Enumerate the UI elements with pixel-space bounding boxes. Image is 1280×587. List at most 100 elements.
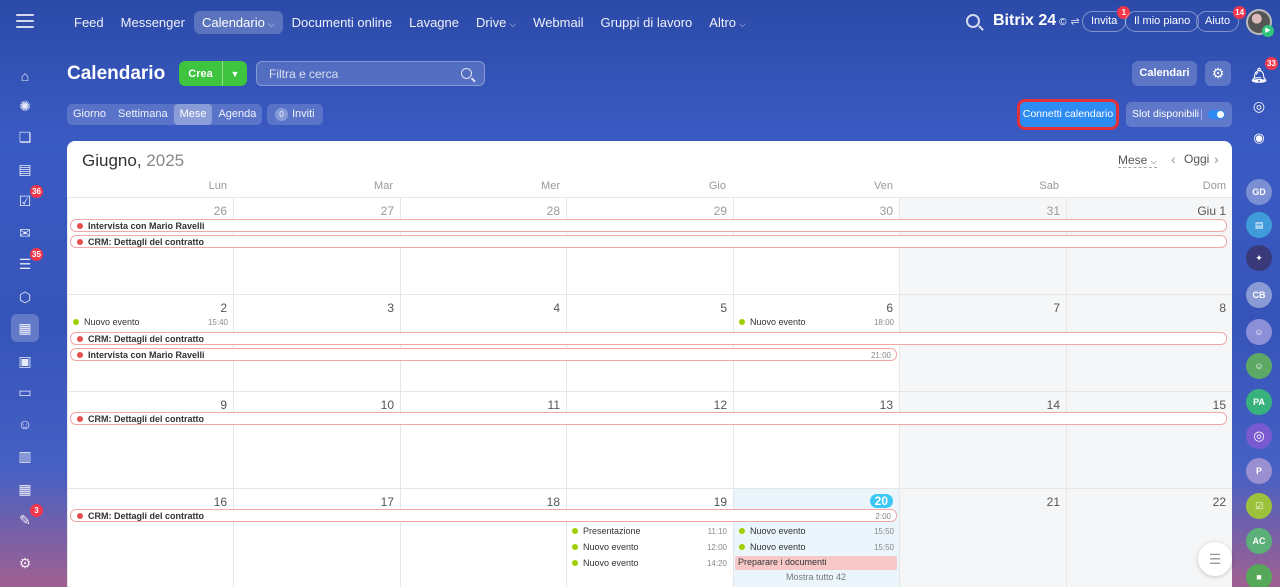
event-item[interactable]: Nuovo evento 15:50 bbox=[733, 525, 897, 538]
day-cell[interactable]: 10 bbox=[233, 391, 400, 488]
tab-giorno[interactable]: Giorno bbox=[67, 104, 112, 125]
chevron-down-icon: ⌵ bbox=[739, 18, 746, 29]
nav-webmail[interactable]: Webmail bbox=[525, 11, 591, 34]
calendar-icon[interactable]: ▦ bbox=[11, 314, 39, 342]
invitations-button[interactable]: 0 Inviti bbox=[267, 104, 323, 125]
day-cell[interactable]: 18 bbox=[400, 488, 566, 587]
copilot-chat-icon[interactable]: ◎ bbox=[1246, 423, 1272, 449]
groups-icon[interactable]: ☺ bbox=[13, 412, 37, 436]
nav-gruppi-di-lavoro[interactable]: Gruppi di lavoro bbox=[593, 11, 701, 34]
tab-agenda[interactable]: Agenda bbox=[212, 104, 262, 125]
tab-mese[interactable]: Mese bbox=[173, 104, 213, 125]
tasks-chat-icon[interactable]: ☑ bbox=[1246, 493, 1272, 519]
user-photo-avatar[interactable]: ✦ bbox=[1246, 245, 1272, 271]
menu-icon[interactable] bbox=[16, 14, 34, 30]
tab-settimana[interactable]: Settimana bbox=[112, 104, 174, 125]
event-bar[interactable]: CRM: Dettagli del contratto bbox=[70, 412, 1227, 425]
search-input[interactable]: Filtra e cerca bbox=[256, 61, 485, 86]
day-cell[interactable]: 15 bbox=[1066, 391, 1232, 488]
help-badge: 14 bbox=[1233, 6, 1247, 19]
mail-icon[interactable]: ✉ bbox=[13, 221, 37, 245]
crm-icon[interactable]: ⬡ bbox=[13, 285, 37, 309]
gear-icon[interactable]: ⚙ bbox=[1205, 61, 1231, 86]
nav-altro[interactable]: Altro ⌵ bbox=[701, 11, 754, 34]
event-bar[interactable]: Intervista con Mario Ravelli bbox=[70, 219, 1227, 232]
filter-icon[interactable]: ☰ 35 bbox=[13, 248, 43, 276]
day-cell[interactable]: 17 bbox=[233, 488, 400, 587]
day-cell[interactable]: 21 bbox=[899, 488, 1066, 587]
calendar-panel: Giugno, 2025 Mese ⌵ ‹ Oggi › Lun Mar Mer… bbox=[67, 141, 1232, 587]
calendars-button[interactable]: Calendari bbox=[1132, 61, 1197, 86]
today-button[interactable]: Oggi bbox=[1184, 152, 1209, 166]
chevron-down-icon[interactable]: ▼ bbox=[222, 61, 247, 86]
video-call-icon[interactable]: ■ bbox=[1246, 564, 1272, 587]
event-bar[interactable]: CRM: Dettagli del contratto 2:00 bbox=[70, 509, 897, 522]
brand-logo[interactable]: Bitrix 24 © ⇌ bbox=[993, 12, 1080, 30]
docs-icon[interactable]: ▣ bbox=[13, 349, 37, 373]
chat-icon[interactable]: ❏ bbox=[13, 125, 37, 149]
day-cell[interactable]: 16 bbox=[67, 488, 233, 587]
day-cell[interactable]: 12 bbox=[566, 391, 733, 488]
available-slots-toggle[interactable]: Slot disponibili bbox=[1126, 102, 1232, 127]
event-bar[interactable]: CRM: Dettagli del contratto bbox=[70, 332, 1227, 345]
event-item-highlighted[interactable]: Preparare i documenti bbox=[735, 556, 897, 570]
group-avatar-green[interactable]: ☺ bbox=[1246, 353, 1272, 379]
event-bar[interactable]: CRM: Dettagli del contratto bbox=[70, 235, 1227, 248]
notification-badge: 33 bbox=[1265, 57, 1278, 70]
user-avatar[interactable]: ▶ bbox=[1246, 9, 1274, 37]
notification-icon[interactable]: 🔔︎ 33 bbox=[1246, 57, 1278, 88]
board-icon[interactable]: ▥ bbox=[13, 444, 37, 468]
nav-calendario[interactable]: Calendario ⌵ bbox=[193, 10, 283, 34]
chevron-down-icon: ⌵ bbox=[509, 18, 517, 29]
chevron-right-icon[interactable]: › bbox=[1214, 151, 1219, 167]
avatar-ac[interactable]: AC bbox=[1246, 528, 1272, 554]
event-item[interactable]: Nuovo evento 15:50 bbox=[733, 541, 897, 554]
day-cell[interactable]: 14 bbox=[899, 391, 1066, 488]
message-icon[interactable]: ◉ bbox=[1246, 125, 1272, 151]
day-cell[interactable]: 9 bbox=[67, 391, 233, 488]
my-plan-button[interactable]: Il mio piano bbox=[1125, 11, 1200, 32]
booking-icon[interactable]: ▦ bbox=[13, 477, 37, 501]
nav-documenti-online[interactable]: Documenti online bbox=[284, 11, 400, 34]
avatar-cb[interactable]: CB bbox=[1246, 282, 1272, 308]
document-icon[interactable]: ▤ bbox=[13, 157, 37, 181]
event-item[interactable]: Nuovo evento 14:20 bbox=[566, 557, 730, 570]
home-icon[interactable]: ⌂ bbox=[13, 64, 37, 88]
tasks-icon[interactable]: ☑ 36 bbox=[13, 185, 43, 213]
avatar-p[interactable]: P bbox=[1246, 458, 1272, 484]
feed-icon[interactable]: ✺ bbox=[13, 94, 37, 118]
drive-icon[interactable]: ▭ bbox=[13, 380, 37, 404]
avatar-gd[interactable]: GD bbox=[1246, 179, 1272, 205]
weekday-header: Lun bbox=[208, 180, 227, 192]
invite-button[interactable]: Invita 1 bbox=[1082, 6, 1131, 32]
copilot-icon[interactable]: ◎ bbox=[1246, 93, 1272, 119]
approval-badge: 3 bbox=[30, 504, 43, 517]
connect-calendar-button[interactable]: Connetti calendario bbox=[1020, 102, 1116, 127]
view-selector[interactable]: Mese ⌵ bbox=[1118, 153, 1157, 168]
chevron-left-icon[interactable]: ‹ bbox=[1171, 151, 1176, 167]
nav-drive[interactable]: Drive ⌵ bbox=[468, 11, 524, 34]
settings-icon[interactable]: ⚙ bbox=[13, 551, 37, 575]
event-item[interactable]: Nuovo evento 18:00 bbox=[733, 316, 897, 329]
toggle-switch[interactable] bbox=[1208, 110, 1225, 119]
day-cell[interactable]: 11 bbox=[400, 391, 566, 488]
nav-feed[interactable]: Feed bbox=[66, 11, 112, 34]
help-button[interactable]: Aiuto 14 bbox=[1196, 6, 1247, 32]
group-avatar[interactable]: ☺ bbox=[1246, 319, 1272, 345]
event-item[interactable]: Nuovo evento 12:00 bbox=[566, 541, 730, 554]
avatar-pa[interactable]: PA bbox=[1246, 389, 1272, 415]
chat-avatar[interactable]: ▤ bbox=[1246, 212, 1272, 238]
approval-icon[interactable]: ✎ 3 bbox=[13, 504, 43, 532]
search-icon[interactable] bbox=[966, 14, 980, 28]
nav-lavagne[interactable]: Lavagne bbox=[401, 11, 467, 34]
day-cell[interactable]: 13 bbox=[733, 391, 899, 488]
event-item[interactable]: Presentazione 11:10 bbox=[566, 525, 730, 538]
event-bar[interactable]: Intervista con Mario Ravelli 21:00 bbox=[70, 348, 897, 361]
nav-messenger[interactable]: Messenger bbox=[113, 11, 193, 34]
weekday-header: Ven bbox=[874, 180, 893, 192]
create-button[interactable]: Crea ▼ bbox=[179, 61, 247, 86]
list-icon[interactable]: ☰ bbox=[1198, 542, 1232, 576]
show-all-link[interactable]: Mostra tutto 42 bbox=[733, 572, 899, 582]
play-icon: ▶ bbox=[1262, 25, 1274, 37]
event-item[interactable]: Nuovo evento 15:40 bbox=[67, 316, 231, 329]
